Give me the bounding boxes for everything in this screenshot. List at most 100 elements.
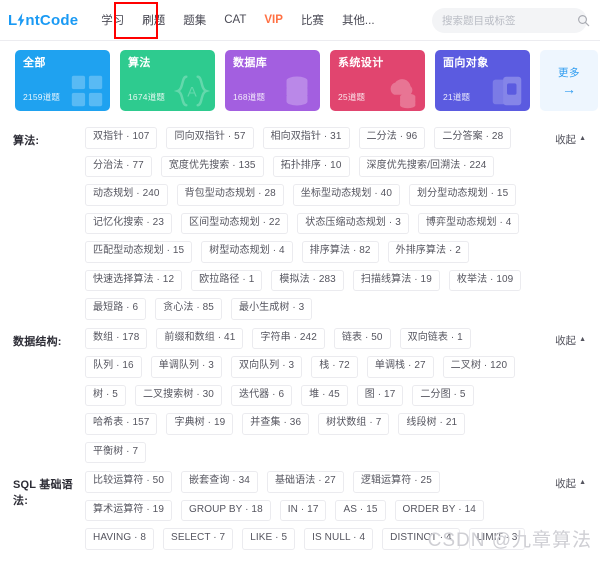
category-card-system-design[interactable]: 系统设计 25道题 bbox=[330, 50, 425, 111]
tag-item[interactable]: SELECT · 7 bbox=[163, 528, 234, 550]
tag-item[interactable]: 算术运算符 · 19 bbox=[85, 499, 173, 521]
tag-item[interactable]: 逻辑运算符 · 25 bbox=[352, 471, 440, 493]
tag-item[interactable]: 基础语法 · 27 bbox=[266, 471, 344, 493]
tag-item[interactable]: 单调栈 · 27 bbox=[366, 356, 434, 378]
lintcode-logo[interactable]: LntCode bbox=[8, 11, 78, 29]
filter-sections: 算法: 双指针 · 107 同向双指针 · 57 相向双指针 · 31 二分法 … bbox=[0, 119, 600, 552]
nav-item-cat[interactable]: CAT bbox=[215, 10, 255, 30]
tag-item[interactable]: 坐标型动态规划 · 40 bbox=[292, 184, 401, 206]
tag-item[interactable]: 栈 · 72 bbox=[311, 356, 358, 378]
tag-item[interactable]: IS NULL · 4 bbox=[304, 528, 374, 550]
tag-item[interactable]: 同向双指针 · 57 bbox=[166, 127, 254, 149]
tag-item[interactable]: AS · 15 bbox=[335, 499, 386, 521]
tag-list: 比较运算符 · 50 嵌套查询 · 34 基础语法 · 27 逻辑运算符 · 2… bbox=[85, 471, 587, 550]
tag-item[interactable]: 宽度优先搜索 · 135 bbox=[160, 155, 264, 177]
tag-item[interactable]: IN · 17 bbox=[279, 499, 327, 521]
tag-item[interactable]: 相向双指针 · 31 bbox=[262, 127, 350, 149]
tag-item[interactable]: 哈希表 · 157 bbox=[85, 413, 158, 435]
tag-item[interactable]: 背包型动态规划 · 28 bbox=[176, 184, 284, 206]
tag-item[interactable]: 区间型动态规划 · 22 bbox=[181, 212, 289, 234]
tag-item[interactable]: 分治法 · 77 bbox=[85, 155, 152, 177]
tag-item[interactable]: 深度优先搜索/回溯法 · 224 bbox=[358, 155, 495, 177]
tag-item[interactable]: 划分型动态规划 · 15 bbox=[409, 184, 517, 206]
tag-item[interactable]: 外排序算法 · 2 bbox=[387, 241, 469, 263]
tag-item[interactable]: 树型动态规划 · 4 bbox=[201, 241, 293, 263]
tag-item[interactable]: 图 · 17 bbox=[356, 384, 404, 406]
collapse-toggle-sql[interactable]: 收起 ▲ bbox=[555, 476, 586, 491]
tag-item[interactable]: 排序算法 · 82 bbox=[301, 241, 379, 263]
tag-item[interactable]: HAVING · 8 bbox=[85, 528, 155, 550]
tag-item[interactable]: 双向链表 · 1 bbox=[399, 327, 471, 349]
tag-item[interactable]: 二叉树 · 120 bbox=[442, 356, 516, 378]
category-card-title: 系统设计 bbox=[338, 57, 384, 69]
category-card-all[interactable]: 全部 2159道题 bbox=[15, 50, 110, 111]
tag-item[interactable]: 快速选择算法 · 12 bbox=[85, 269, 183, 291]
tag-item[interactable]: 嵌套查询 · 34 bbox=[181, 471, 258, 493]
tag-item[interactable]: 队列 · 16 bbox=[85, 356, 142, 378]
tag-item[interactable]: 链表 · 50 bbox=[333, 327, 391, 349]
tag-item[interactable]: 树状数组 · 7 bbox=[318, 413, 390, 435]
svg-text:A: A bbox=[187, 85, 197, 101]
tag-item[interactable]: 平衡树 · 7 bbox=[85, 441, 147, 463]
tag-list: 双指针 · 107 同向双指针 · 57 相向双指针 · 31 二分法 · 96… bbox=[85, 127, 587, 320]
tag-item[interactable]: DISTINCT · 4 bbox=[382, 528, 460, 550]
category-card-oop[interactable]: 面向对象 21道题 bbox=[435, 50, 530, 111]
tag-item[interactable]: LIMIT · 3 bbox=[468, 528, 526, 550]
search-input[interactable] bbox=[442, 14, 577, 27]
tag-item[interactable]: 最短路 · 6 bbox=[85, 298, 147, 320]
category-card-title: 算法 bbox=[128, 57, 151, 69]
tag-item[interactable]: 迭代器 · 6 bbox=[230, 384, 293, 406]
tag-item[interactable]: 双向队列 · 3 bbox=[230, 356, 303, 378]
tag-item[interactable]: 最小生成树 · 3 bbox=[230, 298, 313, 320]
tag-item[interactable]: 贪心法 · 85 bbox=[155, 298, 222, 320]
tag-item[interactable]: 匹配型动态规划 · 15 bbox=[85, 241, 193, 263]
tag-item[interactable]: 模拟法 · 283 bbox=[271, 269, 344, 291]
tag-item[interactable]: 二分图 · 5 bbox=[412, 384, 474, 406]
tag-item[interactable]: 二分答案 · 28 bbox=[434, 127, 512, 149]
tag-item[interactable]: 二叉搜索树 · 30 bbox=[134, 384, 222, 406]
tag-item[interactable]: 二分法 · 96 bbox=[358, 127, 426, 149]
tag-item[interactable]: 树 · 5 bbox=[85, 384, 126, 406]
more-categories-button[interactable]: 更多 → bbox=[540, 50, 598, 111]
collapse-toggle-data-structures[interactable]: 收起 ▲ bbox=[555, 333, 586, 348]
tag-item[interactable]: 线段树 · 21 bbox=[398, 413, 466, 435]
tag-item[interactable]: 单调队列 · 3 bbox=[150, 356, 222, 378]
category-card-algorithms[interactable]: 算法 1674道题 A bbox=[120, 50, 215, 111]
search-icon[interactable] bbox=[577, 14, 590, 27]
tag-item[interactable]: 堆 · 45 bbox=[301, 384, 348, 406]
tag-item[interactable]: 扫描线算法 · 19 bbox=[352, 269, 440, 291]
collapse-toggle-algorithms[interactable]: 收起 ▲ bbox=[555, 132, 586, 147]
tag-item[interactable]: 双指针 · 107 bbox=[85, 127, 158, 149]
tag-item[interactable]: LIKE · 5 bbox=[242, 528, 296, 550]
tag-item[interactable]: 并查集 · 36 bbox=[242, 413, 310, 435]
tag-item[interactable]: 欧拉路径 · 1 bbox=[191, 269, 263, 291]
logo-text-pre: L bbox=[8, 12, 18, 29]
tag-item[interactable]: 字符串 · 242 bbox=[252, 327, 325, 349]
tag-item[interactable]: 拓扑排序 · 10 bbox=[272, 155, 350, 177]
tag-item[interactable]: 状态压缩动态规划 · 3 bbox=[297, 212, 409, 234]
tag-item[interactable]: 数组 · 178 bbox=[85, 327, 148, 349]
tag-item[interactable]: 记忆化搜索 · 23 bbox=[85, 212, 173, 234]
search-box[interactable] bbox=[432, 8, 590, 33]
nav-item-problem-sets[interactable]: 题集 bbox=[174, 8, 215, 32]
category-card-database[interactable]: 数据库 168道题 bbox=[225, 50, 320, 111]
nav-item-practice[interactable]: 刷题 bbox=[133, 8, 174, 32]
nav-item-others[interactable]: 其他... bbox=[333, 8, 384, 32]
nav-item-vip[interactable]: VIP bbox=[255, 10, 292, 30]
tag-item[interactable]: 前缀和数组 · 41 bbox=[156, 327, 244, 349]
collapse-label: 收起 bbox=[555, 478, 577, 490]
tag-item[interactable]: 比较运算符 · 50 bbox=[85, 471, 173, 493]
tag-item[interactable]: GROUP BY · 18 bbox=[181, 499, 271, 521]
category-card-count: 21道题 bbox=[443, 92, 471, 102]
tag-item[interactable]: 字典树 · 19 bbox=[166, 413, 234, 435]
caret-up-icon: ▲ bbox=[579, 479, 586, 486]
tag-item[interactable]: 枚举法 · 109 bbox=[448, 269, 522, 291]
category-card-title: 全部 bbox=[23, 57, 46, 69]
nav-item-contest[interactable]: 比赛 bbox=[292, 8, 333, 32]
tag-item[interactable]: ORDER BY · 14 bbox=[394, 499, 484, 521]
tag-item[interactable]: 动态规划 · 240 bbox=[85, 184, 168, 206]
category-card-title: 数据库 bbox=[233, 57, 268, 69]
nav-item-study[interactable]: 学习 bbox=[92, 8, 133, 32]
lightning-bolt-icon bbox=[17, 13, 25, 27]
tag-item[interactable]: 博弈型动态规划 · 4 bbox=[417, 212, 520, 234]
